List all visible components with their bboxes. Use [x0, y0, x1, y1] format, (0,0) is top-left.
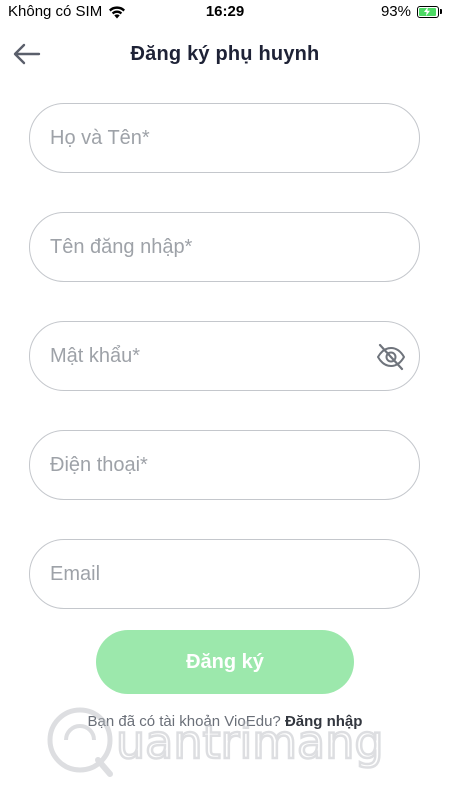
- back-button[interactable]: [10, 38, 44, 70]
- watermark-logo: uantrimang: [47, 707, 385, 777]
- battery-percent: 93%: [380, 3, 411, 20]
- have-account-text: Bạn đã có tài khoản VioEdu?: [87, 713, 281, 730]
- register-button[interactable]: Đăng ký: [96, 630, 354, 694]
- login-prompt: Bạn đã có tài khoản VioEdu? Đăng nhập: [0, 713, 450, 730]
- registration-form: [29, 103, 420, 648]
- page-title: Đăng ký phụ huynh: [130, 42, 320, 65]
- phone-input[interactable]: [30, 431, 419, 499]
- status-bar: Không có SIM 16:29 93%: [0, 0, 450, 26]
- battery-fill: [419, 7, 436, 16]
- email-input[interactable]: [30, 540, 419, 608]
- username-field: [29, 212, 420, 282]
- email-field: [29, 539, 420, 609]
- phone-field: [29, 430, 420, 500]
- status-right: 93%: [381, 3, 442, 20]
- full-name-input[interactable]: [30, 104, 419, 172]
- password-field: [29, 321, 420, 391]
- username-input[interactable]: [30, 213, 419, 281]
- eye-off-icon[interactable]: [375, 341, 407, 373]
- login-link[interactable]: Đăng nhập: [285, 713, 363, 730]
- password-input[interactable]: [30, 322, 419, 390]
- full-name-field: [29, 103, 420, 173]
- arrow-left-icon: [13, 43, 41, 65]
- battery-icon: [417, 5, 442, 18]
- header: Đăng ký phụ huynh: [0, 30, 450, 78]
- charging-bolt-icon: [424, 7, 431, 16]
